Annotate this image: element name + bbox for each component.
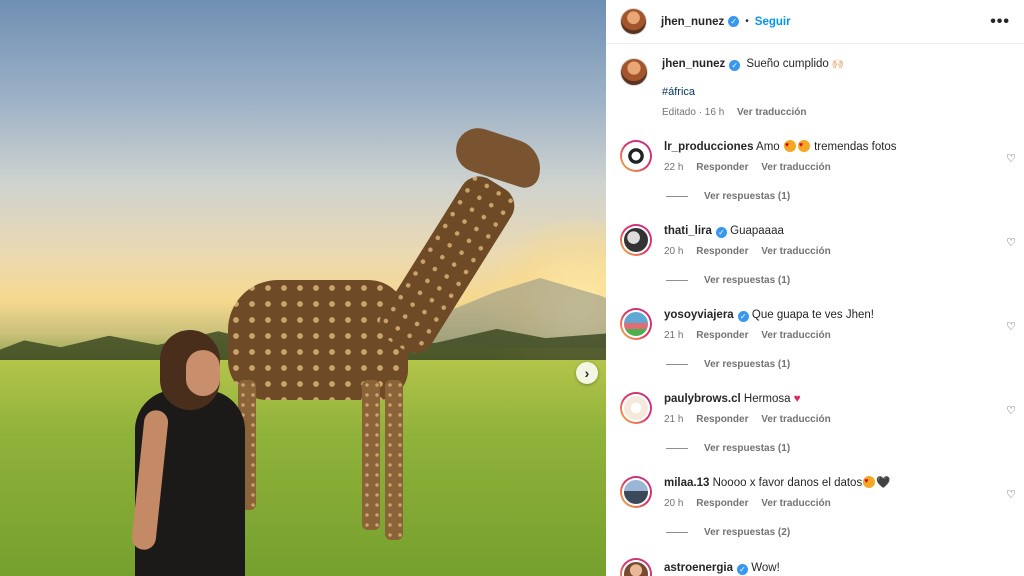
avatar[interactable] [620, 308, 652, 340]
like-heart-icon[interactable]: ♡ [1006, 152, 1016, 165]
owner-username[interactable]: jhen_nunez [661, 16, 724, 28]
woman-face [186, 350, 220, 396]
view-replies-label: Ver respuestas (1) [704, 443, 791, 454]
follow-button[interactable]: Seguir [755, 16, 791, 28]
avatar[interactable] [620, 58, 648, 86]
comment-item: lr_producciones Amo tremendas fotos 22 h… [620, 139, 1016, 224]
view-replies-label: Ver respuestas (1) [704, 191, 791, 202]
hashtag-link[interactable]: #áfrica [662, 86, 844, 98]
post-sidebar: jhen_nunez ✓ • Seguir ••• jhen_nunez ✓ Su… [606, 0, 1024, 576]
comment-username[interactable]: paulybrows.cl [664, 393, 741, 405]
caption-meta: Editado · 16 h Ver traducción [662, 107, 844, 118]
divider [666, 364, 688, 365]
divider [666, 448, 688, 449]
like-heart-icon[interactable]: ♡ [1006, 404, 1016, 417]
see-translation-button[interactable]: Ver traducción [761, 162, 830, 173]
giraffe-leg [362, 380, 380, 530]
view-replies-button[interactable]: Ver respuestas (1) [664, 359, 1016, 370]
view-replies-label: Ver respuestas (2) [704, 527, 791, 538]
comment-username[interactable]: yosoyviajera [664, 309, 734, 321]
comment-text: Hermosa [743, 393, 791, 405]
verified-badge-icon: ✓ [729, 60, 741, 71]
view-replies-label: Ver respuestas (1) [704, 275, 791, 286]
comment-item: yosoyviajera ✓ Que guapa te ves Jhen! 21 … [620, 308, 1016, 392]
comment-username[interactable]: lr_producciones [664, 141, 753, 153]
avatar[interactable] [620, 476, 652, 508]
comment-time: 20 h [664, 498, 684, 509]
divider [666, 196, 688, 197]
giraffe-leg [385, 380, 403, 540]
comment-username[interactable]: thati_lira [664, 225, 712, 237]
comment-username[interactable]: milaa.13 [664, 477, 709, 489]
post-header: jhen_nunez ✓ • Seguir ••• [606, 0, 1024, 44]
like-heart-icon[interactable]: ♡ [1006, 236, 1016, 249]
verified-badge-icon: ✓ [728, 16, 740, 27]
caption-text: Sueño cumplido [746, 58, 829, 70]
comment-username[interactable]: astroenergia [664, 562, 733, 574]
comment-time: 22 h [664, 162, 684, 173]
view-replies-button[interactable]: Ver respuestas (1) [664, 275, 1016, 286]
red-heart-emoji-icon: ♥ [793, 393, 801, 405]
see-translation-button[interactable]: Ver traducción [761, 414, 830, 425]
comment-text: Amo [756, 141, 780, 153]
see-translation-button[interactable]: Ver traducción [737, 107, 806, 118]
like-heart-icon[interactable]: ♡ [1006, 320, 1016, 333]
reply-button[interactable]: Responder [696, 498, 748, 509]
separator-dot: • [745, 16, 749, 27]
verified-badge-icon: ✓ [715, 227, 727, 238]
avatar[interactable] [620, 8, 647, 35]
more-options-icon[interactable]: ••• [990, 13, 1010, 31]
avatar[interactable] [620, 558, 652, 576]
view-replies-label: Ver respuestas (1) [704, 359, 791, 370]
black-heart-emoji-icon: 🖤 [876, 477, 891, 489]
comment-text-continued: tremendas fotos [814, 141, 897, 153]
comment-item: astroenergia ✓ Wow! [620, 558, 1016, 576]
comment-text: Que guapa te ves Jhen! [751, 309, 875, 321]
avatar[interactable] [620, 224, 652, 256]
post-photo[interactable]: › [0, 0, 606, 576]
reply-button[interactable]: Responder [696, 246, 748, 257]
divider [666, 280, 688, 281]
view-replies-button[interactable]: Ver respuestas (1) [664, 443, 1016, 454]
comment-text: Guapaaaa [730, 225, 784, 237]
comment-text: Wow! [751, 562, 780, 574]
chevron-right-icon[interactable]: › [576, 362, 598, 384]
view-replies-button[interactable]: Ver respuestas (2) [664, 527, 1016, 538]
see-translation-button[interactable]: Ver traducción [761, 246, 830, 257]
caption-username[interactable]: jhen_nunez [662, 58, 725, 70]
avatar[interactable] [620, 392, 652, 424]
see-translation-button[interactable]: Ver traducción [761, 498, 830, 509]
divider [666, 532, 688, 533]
heart-eyes-emoji-icon [797, 139, 810, 153]
see-translation-button[interactable]: Ver traducción [761, 330, 830, 341]
heart-eyes-emoji-icon [863, 475, 876, 489]
comment-text: Noooo x favor danos el datos [712, 477, 863, 489]
comment-item: thati_lira ✓ Guapaaaa 20 h Responder Ver … [620, 224, 1016, 308]
reply-button[interactable]: Responder [696, 330, 748, 341]
verified-badge-icon: ✓ [737, 564, 749, 575]
comment-time: 21 h [664, 330, 684, 341]
reply-button[interactable]: Responder [696, 162, 748, 173]
heart-eyes-emoji-icon [783, 139, 796, 153]
post-caption: jhen_nunez ✓ Sueño cumplido 🙌🏻 #áfrica Ed… [620, 58, 1010, 118]
comment-time: 20 h [664, 246, 684, 257]
like-heart-icon[interactable]: ♡ [1006, 488, 1016, 501]
comment-time: 21 h [664, 414, 684, 425]
avatar[interactable] [620, 140, 652, 172]
comment-item: paulybrows.cl Hermosa ♥ 21 h Responder V… [620, 392, 1016, 476]
caption-emoji: 🙌🏻 [831, 59, 845, 70]
verified-badge-icon: ✓ [737, 311, 749, 322]
caption-time: Editado · 16 h [662, 107, 725, 118]
comment-item: milaa.13 Noooo x favor danos el datos 🖤 2… [620, 475, 1016, 560]
view-replies-button[interactable]: Ver respuestas (1) [664, 191, 1016, 202]
reply-button[interactable]: Responder [696, 414, 748, 425]
